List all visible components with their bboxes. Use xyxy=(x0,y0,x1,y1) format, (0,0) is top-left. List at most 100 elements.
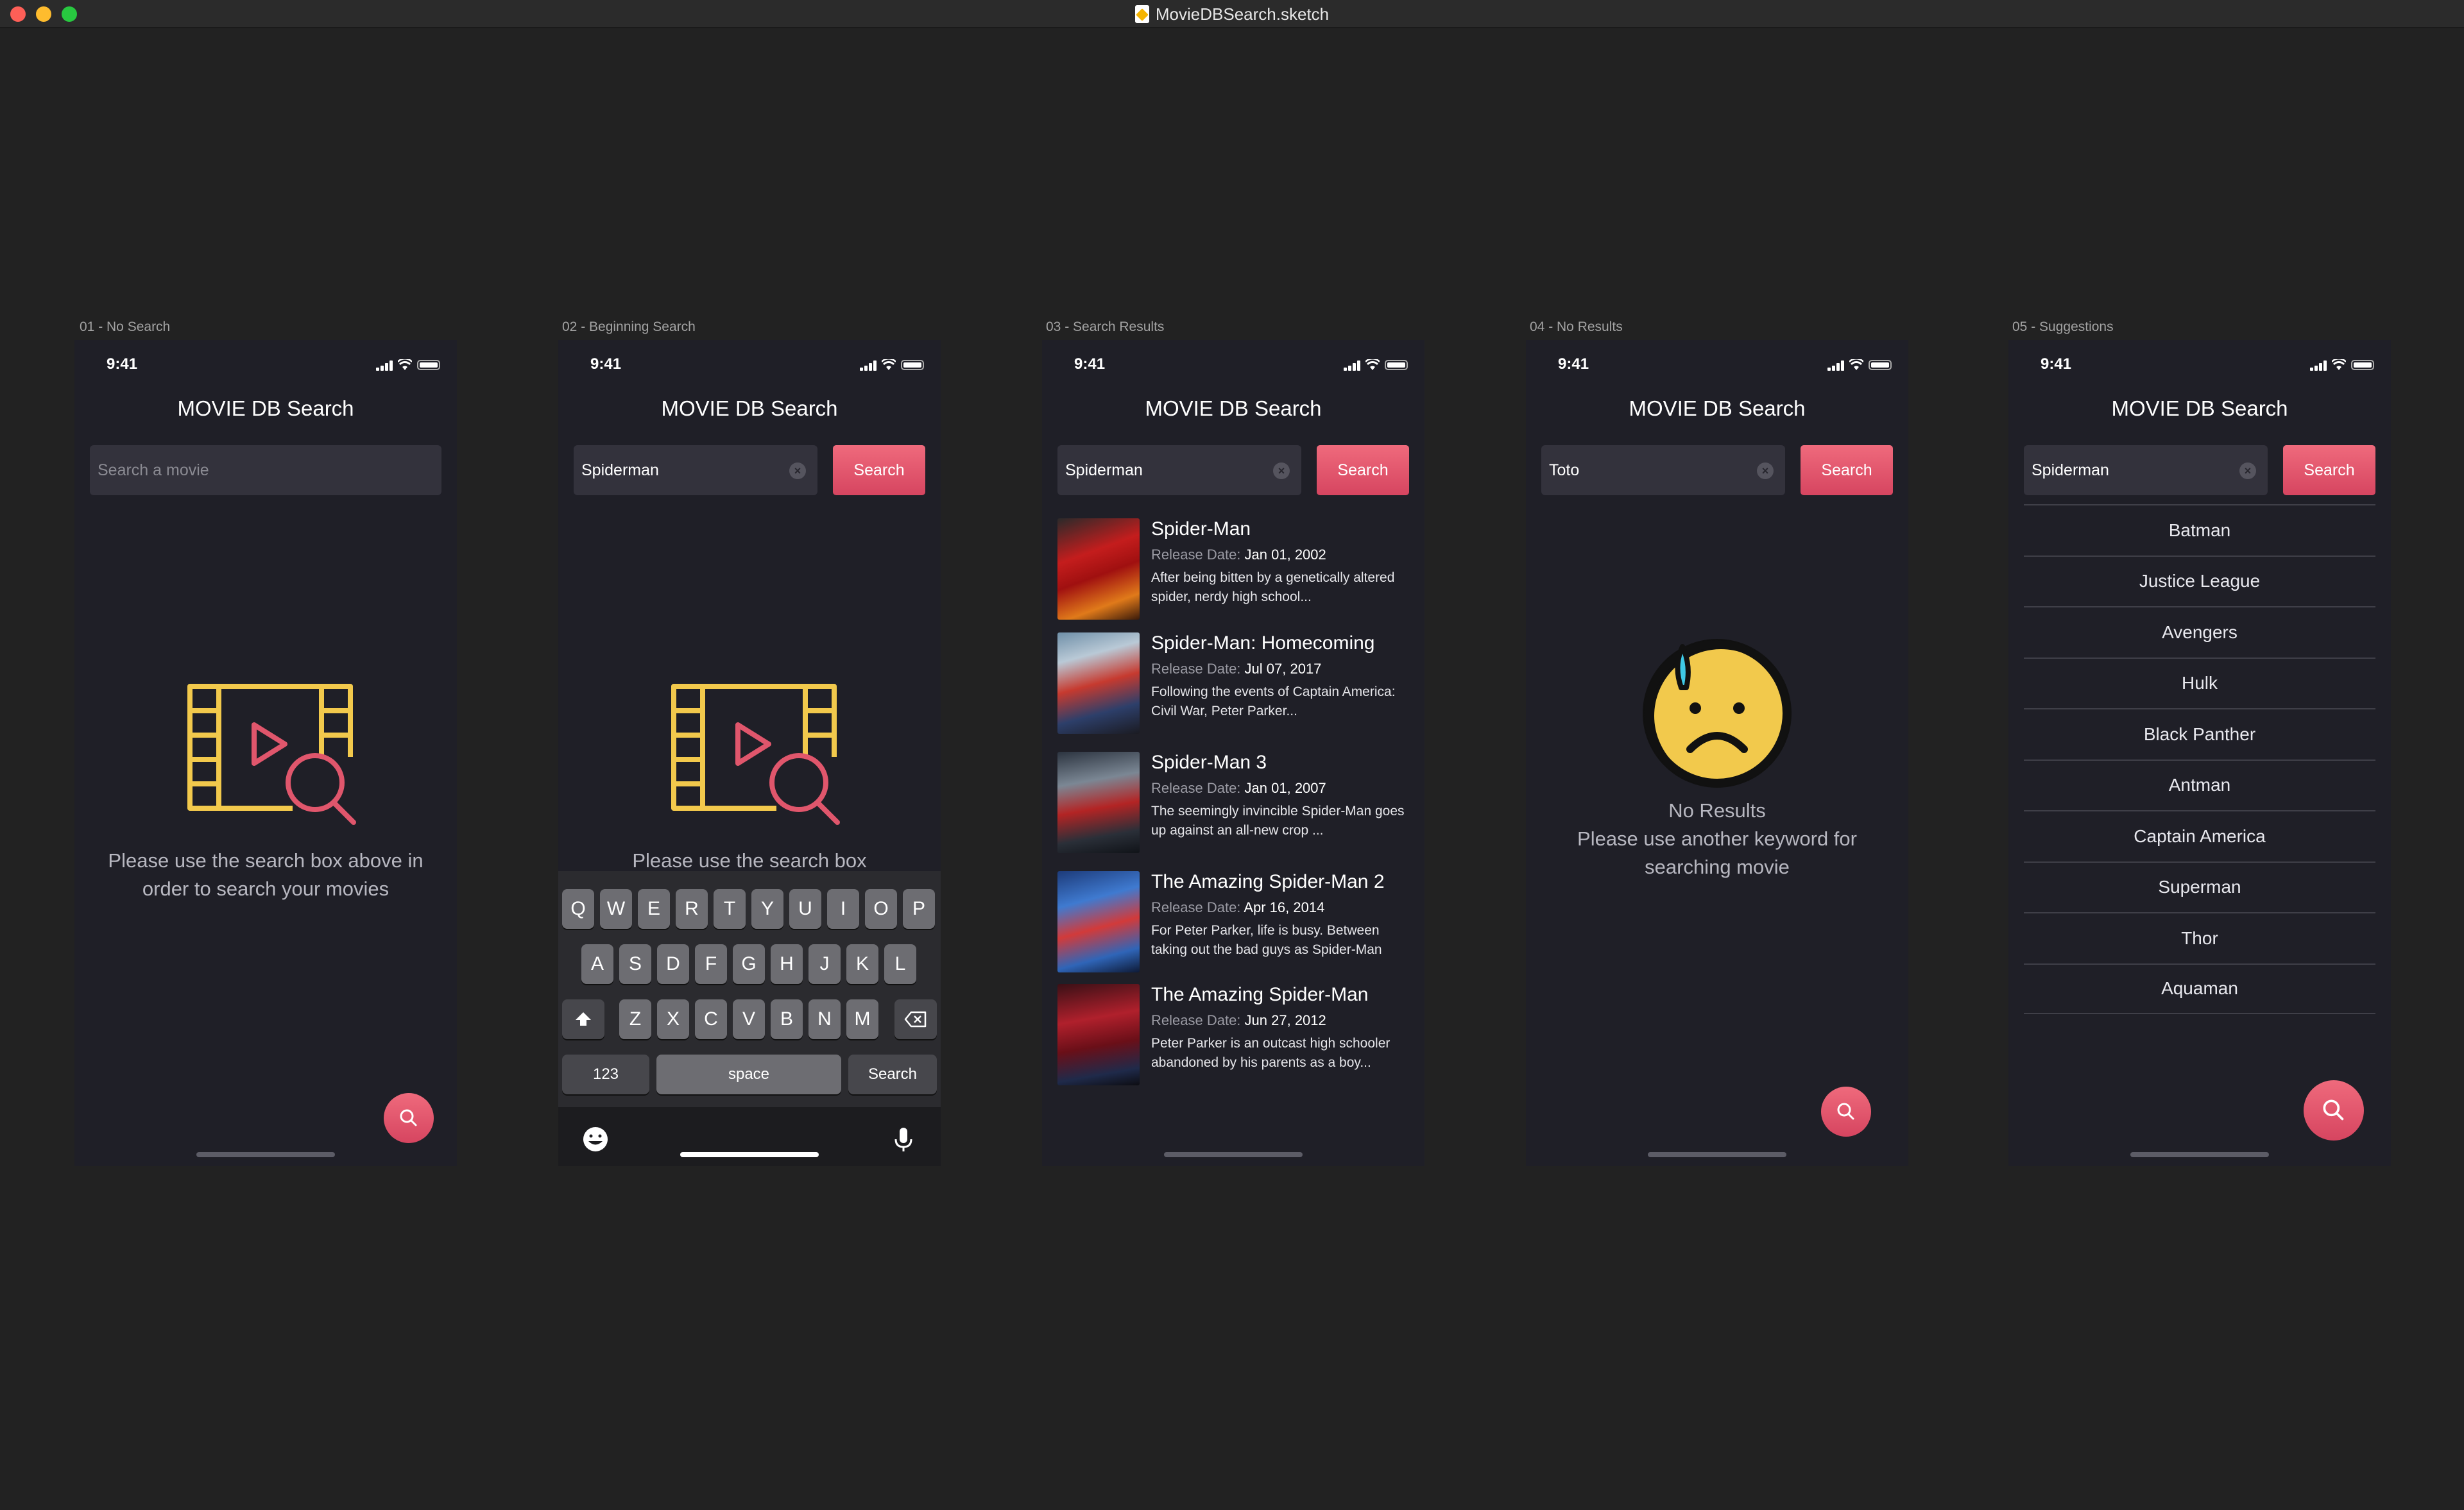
app-title: MOVIE DB Search xyxy=(661,396,838,420)
suggestion-item[interactable]: Antman xyxy=(2024,759,2375,811)
search-input[interactable]: Spiderman × xyxy=(574,445,817,495)
movie-poster xyxy=(1057,984,1140,1085)
search-value: Spiderman xyxy=(581,461,659,479)
search-fab[interactable] xyxy=(384,1093,434,1143)
result-item[interactable]: The Amazing Spider-Man 2 Release Date: A… xyxy=(1057,871,1409,974)
clear-search-icon[interactable]: × xyxy=(1757,462,1774,479)
suggestion-item[interactable]: Justice League xyxy=(2024,555,2375,607)
key-f[interactable]: F xyxy=(695,944,727,984)
key-q[interactable]: Q xyxy=(562,889,594,929)
backspace-key[interactable] xyxy=(894,999,937,1039)
home-indicator[interactable] xyxy=(680,1152,819,1157)
key-c[interactable]: C xyxy=(695,999,727,1039)
clear-search-icon[interactable]: × xyxy=(2239,462,2256,479)
status-bar: 9:41 xyxy=(1042,353,1425,378)
release-date-label: Release Date: xyxy=(1151,661,1241,677)
search-placeholder: Search a movie xyxy=(98,461,209,479)
artboard-suggestions: 9:41 MOVIE DB Search Spiderman × Search … xyxy=(2008,340,2391,1166)
key-r[interactable]: R xyxy=(676,889,708,929)
artboard-label-5[interactable]: 05 - Suggestions xyxy=(2012,319,2114,335)
app-title: MOVIE DB Search xyxy=(177,396,354,420)
film-search-icon xyxy=(671,684,841,825)
search-input[interactable]: Search a movie xyxy=(90,445,441,495)
search-button[interactable]: Search xyxy=(833,445,925,495)
result-item[interactable]: Spider-Man Release Date: Jan 01, 2002 Af… xyxy=(1057,518,1409,621)
key-a[interactable]: A xyxy=(581,944,613,984)
suggestion-item[interactable]: Captain America xyxy=(2024,810,2375,861)
artboard-label-3[interactable]: 03 - Search Results xyxy=(1046,319,1164,335)
key-s[interactable]: S xyxy=(619,944,651,984)
space-key[interactable]: space xyxy=(656,1055,841,1094)
clear-search-icon[interactable]: × xyxy=(789,462,806,479)
keyboard-footer xyxy=(558,1107,941,1166)
battery-icon xyxy=(2351,360,2374,370)
key-y[interactable]: Y xyxy=(751,889,783,929)
result-item[interactable]: Spider-Man: Homecoming Release Date: Jul… xyxy=(1057,632,1409,735)
artboard-label-1[interactable]: 01 - No Search xyxy=(80,319,170,335)
suggestion-item[interactable]: Thor xyxy=(2024,912,2375,963)
key-i[interactable]: I xyxy=(827,889,859,929)
key-n[interactable]: N xyxy=(809,999,841,1039)
suggestion-item[interactable]: Batman xyxy=(2024,504,2375,556)
release-date: Release Date: Jan 01, 2002 xyxy=(1151,547,1326,563)
status-time: 9:41 xyxy=(590,355,622,373)
wifi-icon xyxy=(882,359,896,370)
result-description: Following the events of Captain America:… xyxy=(1151,684,1396,718)
wifi-icon xyxy=(1365,359,1380,370)
battery-icon xyxy=(1869,360,1892,370)
release-date-value: Jun 27, 2012 xyxy=(1244,1012,1326,1028)
suggestion-item[interactable]: Hulk xyxy=(2024,657,2375,709)
suggestion-item[interactable]: Superman xyxy=(2024,861,2375,913)
shift-key[interactable] xyxy=(562,999,604,1039)
search-fab[interactable] xyxy=(2304,1080,2364,1141)
artboard-label-2[interactable]: 02 - Beginning Search xyxy=(562,319,696,335)
clear-search-icon[interactable]: × xyxy=(1273,462,1290,479)
artboard-label-4[interactable]: 04 - No Results xyxy=(1530,319,1623,335)
key-p[interactable]: P xyxy=(903,889,935,929)
result-item[interactable]: Spider-Man 3 Release Date: Jan 01, 2007 … xyxy=(1057,752,1409,854)
result-item[interactable]: The Amazing Spider-Man Release Date: Jun… xyxy=(1057,984,1409,1087)
key-l[interactable]: L xyxy=(884,944,916,984)
search-input[interactable]: Toto × xyxy=(1541,445,1785,495)
key-v[interactable]: V xyxy=(733,999,765,1039)
search-button[interactable]: Search xyxy=(1801,445,1893,495)
release-date: Release Date: Jul 07, 2017 xyxy=(1151,661,1321,677)
emoji-icon[interactable] xyxy=(581,1125,610,1153)
key-h[interactable]: H xyxy=(771,944,803,984)
search-input[interactable]: Spiderman × xyxy=(1057,445,1301,495)
search-fab[interactable] xyxy=(1821,1087,1871,1137)
key-t[interactable]: T xyxy=(714,889,746,929)
suggestion-item[interactable]: Black Panther xyxy=(2024,708,2375,759)
key-u[interactable]: U xyxy=(789,889,821,929)
home-indicator[interactable] xyxy=(196,1152,335,1157)
search-input[interactable]: Spiderman × xyxy=(2024,445,2268,495)
result-title: The Amazing Spider-Man 2 xyxy=(1151,871,1385,892)
release-date-label: Release Date: xyxy=(1151,780,1241,796)
home-indicator[interactable] xyxy=(1164,1152,1303,1157)
search-button[interactable]: Search xyxy=(2283,445,2375,495)
search-icon xyxy=(1837,1103,1854,1120)
suggestion-item[interactable]: Avengers xyxy=(2024,606,2375,657)
key-g[interactable]: G xyxy=(733,944,765,984)
search-value: Spiderman xyxy=(2032,461,2109,479)
microphone-icon[interactable] xyxy=(889,1125,918,1153)
key-k[interactable]: K xyxy=(846,944,878,984)
shift-arrow-icon xyxy=(576,1012,591,1026)
home-indicator[interactable] xyxy=(2130,1152,2269,1157)
home-indicator[interactable] xyxy=(1648,1152,1786,1157)
search-button[interactable]: Search xyxy=(1317,445,1409,495)
key-w[interactable]: W xyxy=(600,889,632,929)
key-x[interactable]: X xyxy=(657,999,689,1039)
key-d[interactable]: D xyxy=(657,944,689,984)
key-j[interactable]: J xyxy=(809,944,841,984)
key-e[interactable]: E xyxy=(638,889,670,929)
search-icon xyxy=(2323,1099,2344,1121)
status-bar: 9:41 xyxy=(74,353,457,378)
key-m[interactable]: M xyxy=(846,999,878,1039)
numbers-key[interactable]: 123 xyxy=(562,1055,649,1094)
key-b[interactable]: B xyxy=(771,999,803,1039)
keyboard-search-key[interactable]: Search xyxy=(848,1055,937,1094)
key-z[interactable]: Z xyxy=(619,999,651,1039)
suggestion-item[interactable]: Aquaman xyxy=(2024,963,2375,1014)
key-o[interactable]: O xyxy=(865,889,897,929)
